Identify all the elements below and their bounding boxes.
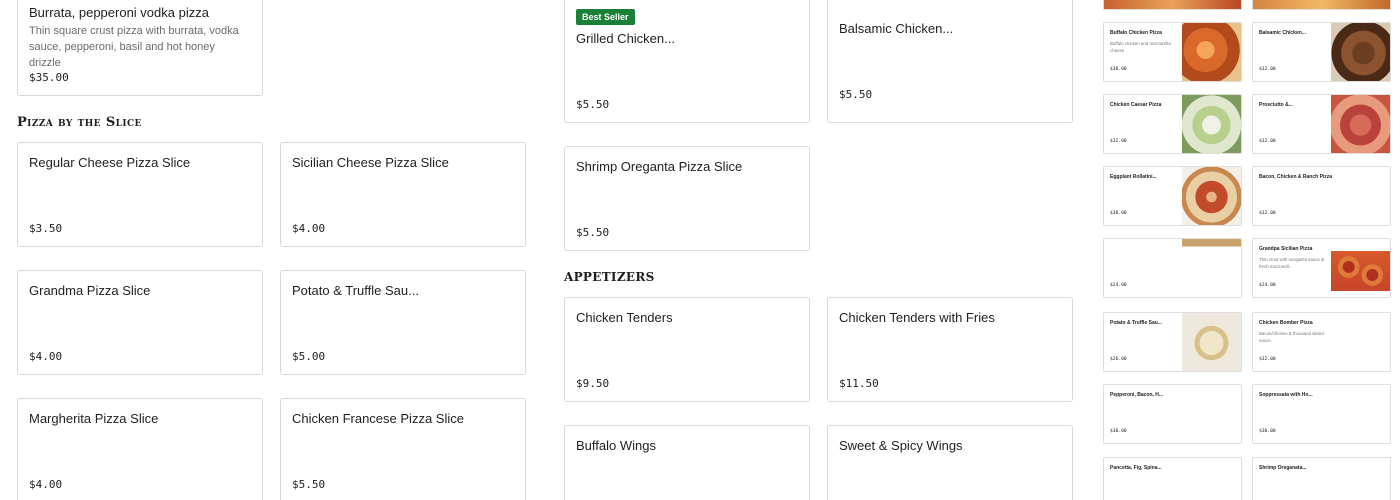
pizza-thumbnail-icon	[1104, 0, 1241, 9]
mini-menu-item-card[interactable]: Pancetta, Fig, Spina...	[1103, 457, 1242, 500]
menu-item-card[interactable]: Sicilian Cheese Pizza Slice $4.00	[280, 142, 526, 247]
balsamic-chicken-pizza-thumbnail-icon	[1331, 23, 1390, 81]
mini-menu-item-description: Thin crust with margarita sauce & fresh …	[1259, 257, 1325, 269]
menu-item-name: Buffalo Wings	[576, 438, 656, 453]
menu-item-card[interactable]: Buffalo Wings	[564, 425, 810, 500]
section-title-pizza-by-the-slice: Pizza by the Slice	[17, 115, 142, 130]
mini-card-partial[interactable]	[1103, 0, 1242, 10]
menu-item-price: $35.00	[29, 71, 69, 84]
mini-menu-item-card[interactable]: $24.00	[1103, 238, 1242, 298]
menu-item-price: $5.50	[292, 478, 326, 491]
mini-menu-item-name: Eggplant Rollatini...	[1110, 174, 1157, 180]
menu-item-name: Grandma Pizza Slice	[29, 283, 151, 298]
menu-item-card[interactable]: Chicken Tenders with Fries $11.50	[827, 297, 1073, 402]
mini-menu-item-name: Prosciutto &...	[1259, 102, 1293, 108]
menu-item-description: Thin square crust pizza with burrata, vo…	[29, 25, 239, 69]
mini-menu-item-price: $24.00	[1259, 283, 1276, 288]
mini-menu-item-name: Shrimp Oreganata...	[1259, 465, 1307, 471]
mini-menu-item-card[interactable]: Soppressata with Ho... $30.00	[1252, 384, 1391, 444]
mini-menu-item-price: $26.00	[1110, 357, 1127, 362]
menu-item-card-balsamic-chicken[interactable]: Balsamic Chicken... $5.50	[827, 0, 1073, 123]
best-seller-badge: Best Seller	[576, 9, 635, 25]
mini-menu-item-price: $24.00	[1110, 283, 1127, 288]
menu-item-name: Chicken Tenders	[576, 310, 673, 325]
menu-item-name: Grilled Chicken...	[576, 31, 675, 46]
menu-item-price: $5.50	[839, 88, 873, 101]
menu-item-price: $4.00	[29, 478, 63, 491]
menu-item-card-shrimp-oreganta[interactable]: Shrimp Oreganta Pizza Slice $5.50	[564, 146, 810, 251]
buffalo-chicken-pizza-thumbnail-icon	[1182, 23, 1241, 81]
menu-item-name: Balsamic Chicken...	[839, 21, 954, 36]
mini-menu-item-name: Soppressata with Ho...	[1259, 392, 1313, 398]
mini-menu-item-price: $32.00	[1259, 139, 1276, 144]
potato-truffle-slice-thumbnail-icon	[1182, 313, 1241, 371]
section-title-appetizers: Appetizers	[564, 270, 655, 284]
mini-card-partial[interactable]	[1252, 0, 1391, 10]
mini-menu-item-name: Grandpa Sicilian Pizza	[1259, 246, 1313, 252]
mini-menu-item-price: $30.00	[1259, 429, 1276, 434]
mini-menu-item-name: Potato & Truffle Sau...	[1110, 320, 1162, 326]
mini-menu-item-description: Buffalo chicken and mozzarella cheese	[1110, 41, 1171, 53]
menu-item-card[interactable]: Potato & Truffle Sau... $5.00	[280, 270, 526, 375]
mini-menu-item-price: $32.00	[1259, 211, 1276, 216]
menu-item-name: Chicken Tenders with Fries	[839, 310, 995, 325]
menu-item-price: $4.00	[29, 350, 63, 363]
mini-menu-item-card[interactable]: Eggplant Rollatini... $30.00	[1103, 166, 1242, 226]
menu-item-price: $9.50	[576, 377, 610, 390]
menu-item-card[interactable]: Regular Cheese Pizza Slice $3.50	[17, 142, 263, 247]
menu-item-price: $11.50	[839, 377, 879, 390]
mini-menu-item-name: Bacon, Chicken & Ranch Pizza	[1259, 174, 1333, 180]
mini-menu-item-name: Buffalo Chicken Pizza	[1110, 30, 1162, 36]
mini-menu-item-card[interactable]: Prosciutto &... $32.00	[1252, 94, 1391, 154]
menu-item-price: $5.50	[576, 98, 610, 111]
mini-menu-item-name: Pepperoni, Bacon, H...	[1110, 392, 1164, 398]
menu-item-name: Sicilian Cheese Pizza Slice	[292, 155, 449, 170]
mini-menu-item-name: Chicken Bomber Pizza	[1259, 320, 1313, 326]
menu-item-card[interactable]: Grandma Pizza Slice $4.00	[17, 270, 263, 375]
mini-menu-item-card[interactable]: Potato & Truffle Sau... $26.00	[1103, 312, 1242, 372]
menu-item-card-burrata[interactable]: Burrata, pepperoni vodka pizza Thin squa…	[17, 0, 263, 96]
mini-menu-item-description: Bacon/chicken & thousand island sauce.	[1259, 331, 1324, 343]
mini-menu-item-card[interactable]: Chicken Bomber Pizza Bacon/chicken & thou…	[1252, 312, 1391, 372]
mini-menu-item-price: $30.00	[1110, 67, 1127, 72]
menu-item-card[interactable]: Margherita Pizza Slice $4.00	[17, 398, 263, 500]
mini-menu-item-card[interactable]: Balsamic Chicken... $32.00	[1252, 22, 1391, 82]
mini-menu-item-price: $30.00	[1110, 429, 1127, 434]
mini-menu-item-card[interactable]: Shrimp Oreganata...	[1252, 457, 1391, 500]
mini-menu-item-name: Balsamic Chicken...	[1259, 30, 1306, 36]
mini-menu-item-card[interactable]: Bacon, Chicken & Ranch Pizza $32.00	[1252, 166, 1391, 226]
mini-menu-item-card[interactable]: Grandpa Sicilian Pizza Thin crust with ma…	[1252, 238, 1391, 298]
menu-item-name: Sweet & Spicy Wings	[839, 438, 963, 453]
menu-item-price: $5.00	[292, 350, 326, 363]
mini-menu-item-card[interactable]: Buffalo Chicken Pizza Buffalo chicken and…	[1103, 22, 1242, 82]
menu-item-price: $5.50	[576, 226, 610, 239]
mini-menu-item-card[interactable]: Chicken Caesar Pizza $32.00	[1103, 94, 1242, 154]
mini-menu-item-price: $30.00	[1110, 211, 1127, 216]
menu-item-card[interactable]: Chicken Francese Pizza Slice $5.50	[280, 398, 526, 500]
menu-item-name: Regular Cheese Pizza Slice	[29, 155, 191, 170]
menu-item-price: $3.50	[29, 222, 63, 235]
grandpa-sicilian-pizza-thumbnail-icon	[1331, 251, 1390, 291]
menu-item-name: Potato & Truffle Sau...	[292, 283, 419, 298]
prosciutto-pizza-thumbnail-icon	[1331, 95, 1390, 153]
menu-item-card[interactable]: Sweet & Spicy Wings	[827, 425, 1073, 500]
menu-item-price: $4.00	[292, 222, 326, 235]
mini-menu-item-price: $32.00	[1110, 139, 1127, 144]
menu-item-card-grilled-chicken[interactable]: Best Seller Grilled Chicken... $5.50	[564, 0, 810, 123]
mini-menu-item-name: Pancetta, Fig, Spina...	[1110, 465, 1162, 471]
mini-menu-item-price: $32.00	[1259, 357, 1276, 362]
mini-menu-item-card[interactable]: Pepperoni, Bacon, H... $30.00	[1103, 384, 1242, 444]
menu-item-name: Burrata, pepperoni vodka pizza	[29, 5, 209, 20]
menu-item-name: Shrimp Oreganta Pizza Slice	[576, 159, 743, 174]
pizza-thumbnail-icon	[1253, 0, 1390, 9]
mini-menu-item-name: Chicken Caesar Pizza	[1110, 102, 1162, 108]
eggplant-rollatini-pizza-thumbnail-icon	[1182, 167, 1241, 225]
mini-menu-item-price: $32.00	[1259, 67, 1276, 72]
menu-item-card[interactable]: Chicken Tenders $9.50	[564, 297, 810, 402]
chicken-caesar-pizza-thumbnail-icon	[1182, 95, 1241, 153]
menu-item-name: Chicken Francese Pizza Slice	[292, 411, 464, 426]
menu-item-name: Margherita Pizza Slice	[29, 411, 159, 426]
grandma-pizza-thumbnail-icon	[1182, 239, 1241, 297]
